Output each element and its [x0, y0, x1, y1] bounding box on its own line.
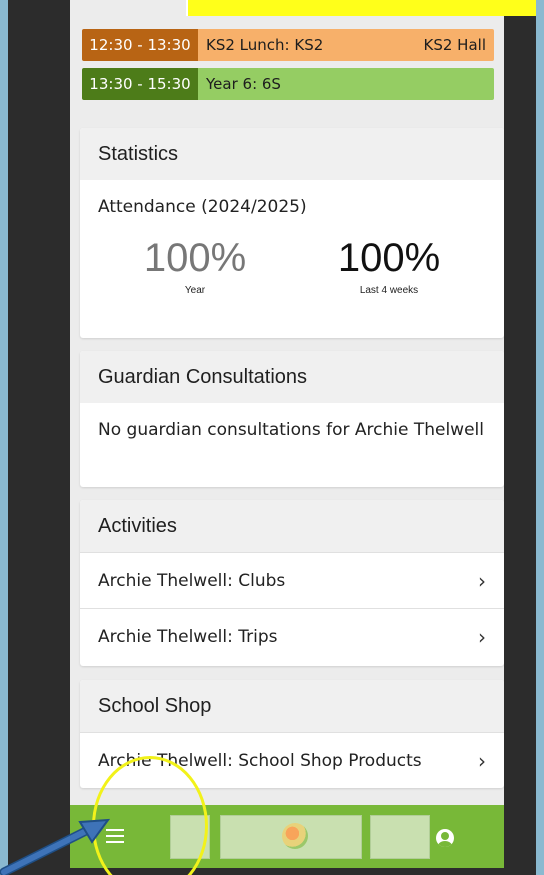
consultations-message: No guardian consultations for Archie The… [98, 420, 484, 440]
timetable-location: KS2 Hall [423, 36, 486, 54]
attendance-recent-caption: Last 4 weeks [359, 284, 419, 296]
annotation-label [186, 0, 536, 16]
timetable-time: 13:30 - 15:30 [82, 68, 198, 100]
app-screen: 12:30 - 13:30 KS2 Lunch: KS2 KS2 Hall 13… [70, 0, 504, 868]
activities-clubs-link[interactable]: Archie Thelwell: Clubs › [80, 552, 504, 608]
consultations-header: Guardian Consultations [80, 351, 504, 403]
timetable-title: Year 6: 6S [206, 75, 281, 93]
activities-trips-link[interactable]: Archie Thelwell: Trips › [80, 608, 504, 664]
timetable-title: KS2 Lunch: KS2 [206, 36, 324, 54]
link-label: Archie Thelwell: Trips [98, 626, 278, 647]
attendance-label: Attendance (2024/2025) [98, 197, 307, 217]
attendance-year: 100% Year [98, 236, 292, 298]
attendance-year-value: 100% [143, 235, 247, 280]
app-logo-icon [282, 823, 308, 849]
chevron-right-icon: › [478, 624, 486, 649]
timetable-row-lunch[interactable]: 12:30 - 13:30 KS2 Lunch: KS2 KS2 Hall [82, 29, 494, 61]
timetable-body: KS2 Lunch: KS2 KS2 Hall [198, 29, 494, 61]
annotation-arrow [0, 818, 111, 875]
attendance-recent-value: 100% [337, 235, 441, 280]
device-frame: 12:30 - 13:30 KS2 Lunch: KS2 KS2 Hall 13… [8, 0, 536, 875]
timetable-body: Year 6: 6S [198, 68, 494, 100]
activities-header: Activities [80, 500, 504, 552]
activities-card: Activities Archie Thelwell: Clubs › Arch… [80, 500, 504, 666]
profile-icon[interactable] [436, 829, 454, 847]
statistics-body: Attendance (2024/2025) 100% Year 100% La… [80, 180, 504, 314]
timetable-row-lesson[interactable]: 13:30 - 15:30 Year 6: 6S [82, 68, 494, 100]
statistics-card: Statistics Attendance (2024/2025) 100% Y… [80, 128, 504, 338]
chevron-right-icon: › [478, 748, 486, 773]
attendance-stats: 100% Year 100% Last 4 weeks [98, 236, 486, 298]
link-label: Archie Thelwell: Clubs [98, 570, 286, 591]
statistics-header: Statistics [80, 128, 504, 180]
timetable-time: 12:30 - 13:30 [82, 29, 198, 61]
consultations-card: Guardian Consultations No guardian consu… [80, 351, 504, 487]
attendance-recent: 100% Last 4 weeks [292, 236, 486, 298]
chevron-right-icon: › [478, 568, 486, 593]
attendance-year-caption: Year [184, 284, 206, 296]
overlay-thumbnail [370, 815, 430, 859]
school-shop-header: School Shop [80, 680, 504, 732]
